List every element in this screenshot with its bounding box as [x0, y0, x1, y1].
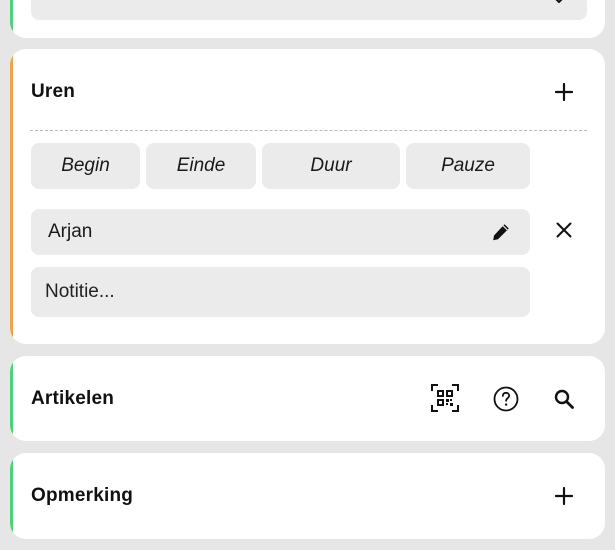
- articles-title: Artikelen: [31, 388, 115, 409]
- add-remark-button[interactable]: [550, 482, 578, 510]
- note-placeholder: Notitie...: [45, 281, 115, 302]
- pencil-icon: [493, 224, 509, 241]
- duration-field[interactable]: Duur: [262, 143, 400, 189]
- remark-card: Opmerking: [10, 453, 605, 539]
- note-field[interactable]: Notitie...: [31, 267, 530, 317]
- remark-title: Opmerking: [31, 485, 134, 506]
- search-icon: [554, 389, 574, 409]
- scan-qr-button[interactable]: [431, 384, 459, 412]
- chevron-down-icon: [555, 0, 563, 3]
- previous-section-field[interactable]: [31, 0, 587, 20]
- close-icon: [556, 222, 572, 238]
- hours-title: Uren: [31, 81, 76, 102]
- articles-card: Artikelen: [10, 356, 605, 441]
- divider: [30, 130, 587, 131]
- hours-card: Uren Begin Einde Duur Pauze Arjan Notiti…: [10, 49, 605, 344]
- plus-icon: [555, 83, 573, 101]
- begin-field[interactable]: Begin: [31, 143, 140, 189]
- search-articles-button[interactable]: [550, 385, 578, 413]
- employee-name: Arjan: [48, 221, 93, 242]
- previous-section-card: [10, 0, 605, 38]
- help-button[interactable]: [492, 385, 520, 413]
- qr-scan-icon: [431, 384, 459, 412]
- employee-field[interactable]: Arjan: [31, 209, 530, 255]
- end-field[interactable]: Einde: [146, 143, 256, 189]
- add-hours-button[interactable]: [550, 78, 578, 106]
- remove-entry-button[interactable]: [550, 216, 578, 244]
- pause-field[interactable]: Pauze: [406, 143, 530, 189]
- question-circle-icon: [493, 386, 519, 412]
- plus-icon: [555, 487, 573, 505]
